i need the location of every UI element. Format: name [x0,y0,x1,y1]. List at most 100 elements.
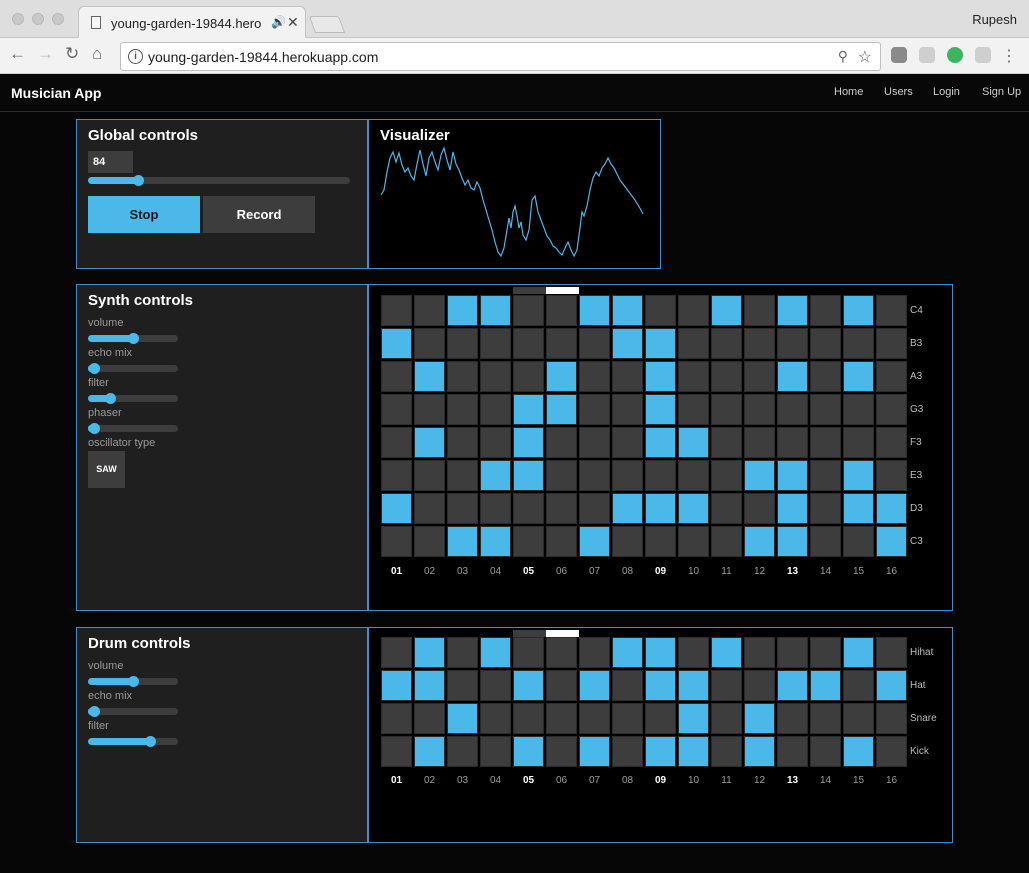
synth-step-cell[interactable] [612,526,643,557]
synth-step-cell[interactable] [546,361,577,392]
synth-step-cell[interactable] [480,526,511,557]
stop-button[interactable]: Stop [88,196,200,233]
synth-step-cell[interactable] [612,493,643,524]
drum-step-cell[interactable] [447,736,478,767]
forward-icon[interactable]: → [37,44,54,64]
drum-step-cell[interactable] [645,637,676,668]
synth-step-cell[interactable] [513,394,544,425]
drum-step-cell[interactable] [480,670,511,701]
synth-step-cell[interactable] [381,493,412,524]
close-tab-icon[interactable]: ✕ [287,14,299,31]
synth-step-cell[interactable] [777,295,808,326]
grammarly-extension-icon[interactable] [947,47,963,63]
pocket-extension-icon[interactable] [891,47,907,63]
synth-step-cell[interactable] [744,361,775,392]
zoom-icon[interactable]: ⚲ [838,48,848,65]
synth-step-cell[interactable] [480,493,511,524]
reload-icon[interactable]: ↻ [65,44,79,64]
synth-step-cell[interactable] [876,361,907,392]
synth-step-cell[interactable] [546,394,577,425]
drum-step-cell[interactable] [480,637,511,668]
drum-step-cell[interactable] [810,637,841,668]
synth-step-cell[interactable] [447,394,478,425]
drum-step-cell[interactable] [447,637,478,668]
synth-step-cell[interactable] [447,493,478,524]
synth-step-cell[interactable] [546,427,577,458]
drum-step-cell[interactable] [546,637,577,668]
drum-step-cell[interactable] [414,637,445,668]
synth-step-cell[interactable] [876,295,907,326]
home-icon[interactable]: ⌂ [92,44,102,64]
synth-step-cell[interactable] [513,526,544,557]
synth-step-cell[interactable] [414,328,445,359]
drum-step-cell[interactable] [678,637,709,668]
synth-step-cell[interactable] [711,427,742,458]
synth-step-cell[interactable] [612,328,643,359]
synth-step-cell[interactable] [678,526,709,557]
synth-step-cell[interactable] [579,295,610,326]
synth-step-cell[interactable] [744,295,775,326]
drum-step-cell[interactable] [513,637,544,668]
drum-step-cell[interactable] [645,736,676,767]
synth-step-cell[interactable] [876,427,907,458]
synth-step-cell[interactable] [381,526,412,557]
synth-step-cell[interactable] [876,460,907,491]
tempo-value[interactable]: 84 [88,151,133,173]
drum-step-cell[interactable] [843,637,874,668]
synth-echo-mix-slider[interactable] [88,363,178,374]
slider-handle[interactable] [89,363,101,374]
synth-step-cell[interactable] [612,295,643,326]
synth-step-cell[interactable] [711,394,742,425]
new-tab-button[interactable] [308,16,346,33]
drum-step-cell[interactable] [579,703,610,734]
slider-handle[interactable] [128,333,139,344]
synth-step-cell[interactable] [447,361,478,392]
slider-handle[interactable] [89,423,101,434]
address-bar[interactable]: i young-garden-19844.herokuapp.com ⚲ ☆ [120,42,881,71]
drum-step-cell[interactable] [843,703,874,734]
synth-step-cell[interactable] [843,493,874,524]
synth-step-cell[interactable] [645,361,676,392]
drum-step-cell[interactable] [645,670,676,701]
synth-step-cell[interactable] [579,361,610,392]
synth-step-cell[interactable] [381,427,412,458]
synth-step-cell[interactable] [744,427,775,458]
drum-step-cell[interactable] [876,736,907,767]
drum-step-cell[interactable] [678,670,709,701]
drum-step-cell[interactable] [579,670,610,701]
synth-step-cell[interactable] [513,460,544,491]
drum-step-cell[interactable] [843,670,874,701]
tempo-slider[interactable] [88,175,350,186]
record-button[interactable]: Record [203,196,315,233]
synth-step-cell[interactable] [678,460,709,491]
drum-step-cell[interactable] [612,670,643,701]
back-icon[interactable]: ← [9,44,26,64]
drum-step-cell[interactable] [513,736,544,767]
synth-step-cell[interactable] [447,460,478,491]
synth-step-cell[interactable] [612,427,643,458]
browser-menu-icon[interactable]: ⋮ [1001,46,1017,66]
synth-step-cell[interactable] [711,526,742,557]
drum-step-cell[interactable] [810,670,841,701]
synth-step-cell[interactable] [645,526,676,557]
site-info-icon[interactable]: i [128,49,143,64]
synth-step-cell[interactable] [711,493,742,524]
synth-step-cell[interactable] [678,427,709,458]
synth-step-cell[interactable] [777,427,808,458]
synth-step-cell[interactable] [381,328,412,359]
synth-step-cell[interactable] [447,295,478,326]
drum-step-cell[interactable] [546,736,577,767]
synth-step-cell[interactable] [546,526,577,557]
drum-step-cell[interactable] [777,703,808,734]
synth-step-cell[interactable] [843,427,874,458]
drum-step-cell[interactable] [744,637,775,668]
drum-step-cell[interactable] [381,637,412,668]
synth-step-cell[interactable] [579,493,610,524]
synth-step-cell[interactable] [777,460,808,491]
url-text[interactable]: young-garden-19844.herokuapp.com [148,49,378,65]
drum-step-cell[interactable] [810,703,841,734]
synth-phaser-slider[interactable] [88,423,178,434]
extension-icon[interactable] [975,47,991,63]
slider-handle[interactable] [128,676,139,687]
synth-step-cell[interactable] [810,295,841,326]
